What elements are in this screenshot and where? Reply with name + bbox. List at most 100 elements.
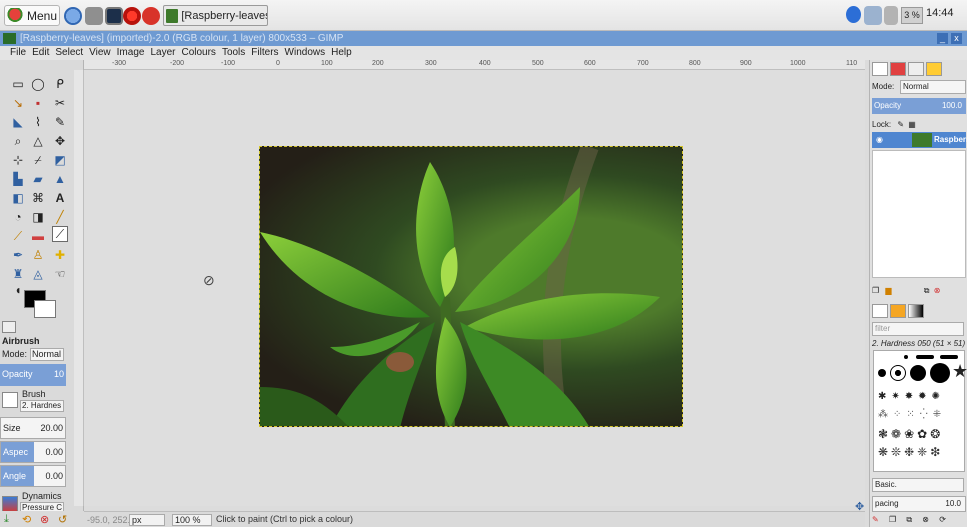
free-select-tool[interactable]: ᑭ — [52, 76, 68, 92]
ink-tool[interactable]: ✒ — [10, 247, 26, 263]
new-layer-group-icon[interactable]: ▆ — [885, 286, 891, 295]
layer-row[interactable]: ◉ Raspberry — [872, 132, 967, 148]
new-brush-icon[interactable]: ❐ — [889, 515, 896, 524]
window-titlebar[interactable]: [Raspberry-leaves] (imported)-2.0 (RGB c… — [0, 31, 967, 46]
menu-select[interactable]: Select — [55, 47, 83, 58]
brush-thumb-selected[interactable] — [890, 365, 906, 381]
measure-tool[interactable]: △ — [30, 133, 46, 149]
brush-field[interactable]: 2. Hardnes — [20, 400, 64, 412]
zoom-select[interactable]: 100 % — [172, 514, 212, 526]
layer-opacity-slider[interactable]: Opacity 100.0 — [872, 98, 966, 114]
gradients-tab-icon[interactable] — [908, 304, 924, 318]
menu-image[interactable]: Image — [117, 47, 145, 58]
refresh-brushes-icon[interactable]: ⟳ — [939, 515, 946, 524]
save-options-icon[interactable]: ⤓ — [4, 513, 9, 526]
flip-tool[interactable]: ◧ — [10, 190, 26, 206]
math-app-launcher[interactable] — [123, 5, 141, 26]
menu-filters[interactable]: Filters — [251, 47, 278, 58]
brushes-tab-icon[interactable] — [872, 304, 888, 318]
image-canvas[interactable]: ⊘ — [84, 70, 865, 506]
bluetooth-icon[interactable] — [846, 6, 861, 23]
restore-options-icon[interactable]: ⟲ — [22, 513, 31, 526]
zoom-tool[interactable]: ⌕ — [10, 133, 26, 149]
brush-thumb[interactable] — [878, 369, 886, 377]
star-brush-icon[interactable]: ★ — [952, 361, 967, 382]
delete-brush-icon[interactable]: ⊗ — [922, 515, 929, 524]
raspberry-leaves-image[interactable] — [259, 146, 683, 427]
blend-tool[interactable]: ◨ — [30, 209, 46, 225]
spacing-slider[interactable]: pacing 10.0 — [872, 496, 966, 512]
tool-options-tab-icon[interactable] — [2, 321, 16, 333]
delete-layer-icon[interactable]: ⊗ — [934, 286, 941, 295]
edit-brush-icon[interactable]: ✎ — [872, 515, 879, 524]
mode-select[interactable]: Normal — [30, 348, 64, 361]
menu-windows[interactable]: Windows — [285, 47, 326, 58]
texture-brushes[interactable]: ⁂⁘⁙⁛⁜ — [878, 409, 946, 420]
layers-tab-icon[interactable] — [872, 62, 888, 76]
lock-alpha-icon[interactable]: ▦ — [908, 120, 916, 129]
chalk-brushes[interactable]: ❋❊❉❈❇ — [878, 445, 943, 459]
eraser-tool[interactable]: ▬ — [30, 228, 46, 244]
heal-tool[interactable]: ✚ — [52, 247, 68, 263]
channels-tab-icon[interactable] — [890, 62, 906, 76]
perspective-clone-tool[interactable]: ♜ — [10, 266, 26, 282]
duplicate-layer-icon[interactable]: ⧉ — [924, 286, 930, 295]
web-browser-launcher[interactable] — [64, 5, 82, 26]
lock-pixels-icon[interactable]: ✎ — [897, 120, 904, 129]
menu-view[interactable]: View — [89, 47, 111, 58]
perspective-tool[interactable]: ▲ — [52, 171, 68, 187]
color-picker-tool[interactable]: ✎ — [52, 114, 68, 130]
undo-tab-icon[interactable] — [926, 62, 942, 76]
brush-thumb[interactable] — [904, 355, 908, 359]
patterns-tab-icon[interactable] — [890, 304, 906, 318]
brush-thumb[interactable] — [930, 363, 950, 383]
menu-layer[interactable]: Layer — [150, 47, 175, 58]
rect-select-tool[interactable]: ▭ — [10, 76, 26, 92]
delete-options-icon[interactable]: ⊗ — [40, 513, 49, 526]
text-tool[interactable]: A — [52, 190, 68, 206]
visibility-eye-icon[interactable]: ◉ — [876, 135, 883, 144]
new-layer-icon[interactable]: ❐ — [872, 286, 879, 295]
airbrush-tool[interactable]: ⟋ — [52, 226, 68, 242]
pepper-brushes[interactable]: ❃❁❀✿❂ — [878, 427, 943, 441]
paths-tab-icon[interactable] — [908, 62, 924, 76]
rotate-tool[interactable]: ◩ — [52, 152, 68, 168]
color-select-tool[interactable]: ▪ — [30, 95, 46, 111]
foreground-select-tool[interactable]: ◣ — [10, 114, 26, 130]
file-manager-launcher[interactable] — [85, 5, 103, 26]
blur-tool[interactable]: ◬ — [30, 266, 46, 282]
menu-file[interactable]: File — [10, 47, 26, 58]
menu-colours[interactable]: Colours — [181, 47, 215, 58]
paintbrush-tool[interactable]: ⟋ — [10, 228, 26, 244]
close-button[interactable]: x — [951, 33, 962, 44]
layer-mode-select[interactable]: Normal — [900, 80, 966, 94]
size-slider[interactable]: Size 20.00 — [0, 417, 66, 439]
pencil-tool[interactable]: ╱ — [52, 209, 68, 225]
paths-tool[interactable]: ⌇ — [30, 114, 46, 130]
splatter-brushes[interactable]: ✱✷✸✹✺ — [878, 391, 945, 402]
wolfram-launcher[interactable] — [142, 5, 160, 26]
shear-tool[interactable]: ▰ — [30, 171, 46, 187]
brush-thumb[interactable] — [910, 365, 926, 381]
menu-help[interactable]: Help — [331, 47, 352, 58]
aspect-slider[interactable]: Aspec 0.00 — [0, 441, 66, 463]
dynamics-preview[interactable] — [2, 496, 18, 512]
brush-preview[interactable] — [2, 392, 18, 408]
clone-tool[interactable]: ♙ — [30, 247, 46, 263]
brush-preset-select[interactable]: Basic. — [872, 478, 964, 492]
align-tool[interactable]: ⊹ — [10, 152, 26, 168]
navigate-icon[interactable]: ✥ — [855, 500, 864, 513]
brush-thumb[interactable] — [916, 355, 934, 359]
scissors-tool[interactable]: ✂ — [52, 95, 68, 111]
brush-grid[interactable]: ★ ✱✷✸✹✺ ⁂⁘⁙⁛⁜ ❃❁❀✿❂ ❋❊❉❈❇ — [873, 350, 967, 472]
scale-tool[interactable]: ▙ — [10, 171, 26, 187]
menu-tools[interactable]: Tools — [222, 47, 245, 58]
angle-slider[interactable]: Angle 0.00 — [0, 465, 66, 487]
duplicate-brush-icon[interactable]: ⧉ — [906, 515, 912, 524]
fuzzy-select-tool[interactable]: ↘ — [10, 95, 26, 111]
crop-tool[interactable]: ⌿ — [30, 152, 46, 168]
move-tool[interactable]: ✥ — [52, 133, 68, 149]
volume-icon[interactable] — [884, 6, 898, 25]
cage-tool[interactable]: ⌘ — [30, 190, 46, 206]
menu-edit[interactable]: Edit — [32, 47, 49, 58]
